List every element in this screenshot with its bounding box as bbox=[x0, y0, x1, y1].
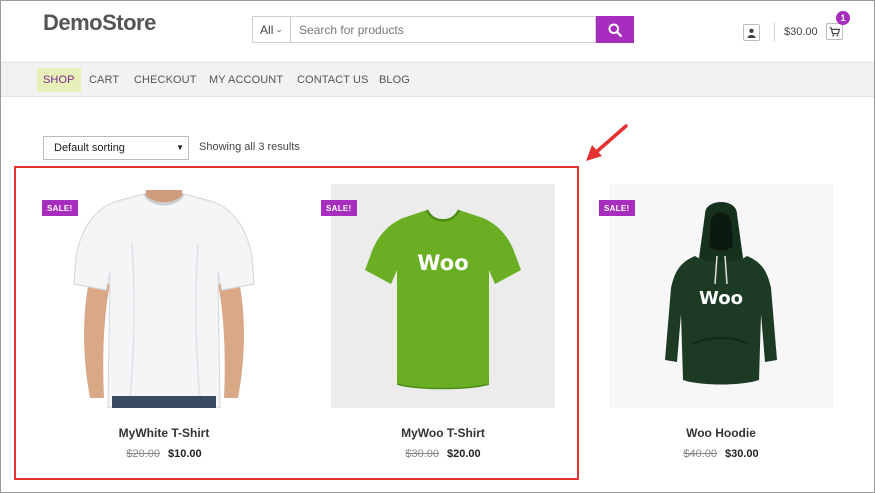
hoodie-photo: Woo bbox=[609, 184, 833, 408]
search-input[interactable]: Search for products bbox=[290, 16, 596, 43]
cart-icon bbox=[829, 26, 840, 36]
result-count: Showing all 3 results bbox=[199, 141, 300, 153]
search-icon bbox=[608, 23, 622, 37]
nav-item-shop[interactable]: SHOP bbox=[37, 68, 81, 92]
product-name-woo-hoodie[interactable]: Woo Hoodie bbox=[609, 426, 833, 440]
account-button[interactable] bbox=[743, 24, 760, 41]
header-divider bbox=[774, 22, 775, 42]
main-nav: SHOP CART CHECKOUT MY ACCOUNT CONTACT US… bbox=[1, 62, 874, 97]
nav-item-blog[interactable]: BLOG bbox=[373, 68, 416, 92]
user-icon bbox=[747, 28, 756, 38]
search-category-select[interactable]: All ⌄ bbox=[252, 16, 290, 43]
cart-count-badge: 1 bbox=[836, 11, 850, 25]
dropdown-arrow-icon: ▼ bbox=[176, 143, 184, 152]
search-button[interactable] bbox=[596, 16, 634, 43]
highlight-box bbox=[14, 166, 579, 480]
sale-price: $30.00 bbox=[725, 448, 759, 460]
cart-button[interactable] bbox=[826, 23, 843, 40]
annotation-arrow-icon bbox=[586, 124, 628, 161]
regular-price: $40.00 bbox=[683, 448, 717, 460]
sale-badge: SALE! bbox=[599, 200, 635, 216]
cart-total[interactable]: $30.00 bbox=[784, 26, 818, 38]
nav-item-checkout[interactable]: CHECKOUT bbox=[128, 68, 203, 92]
product-image-woo-hoodie[interactable]: Woo bbox=[609, 184, 833, 408]
search-bar: All ⌄ Search for products bbox=[252, 16, 634, 43]
nav-item-cart[interactable]: CART bbox=[83, 68, 125, 92]
nav-item-my-account[interactable]: MY ACCOUNT bbox=[203, 68, 289, 92]
search-category-label: All bbox=[260, 22, 274, 37]
sorting-label: Default sorting bbox=[54, 142, 125, 154]
chevron-down-icon: ⌄ bbox=[275, 24, 283, 34]
site-logo[interactable]: DemoStore bbox=[43, 10, 156, 36]
sorting-select[interactable]: Default sorting ▼ bbox=[43, 136, 189, 160]
nav-item-contact-us[interactable]: CONTACT US bbox=[291, 68, 375, 92]
woo-print: Woo bbox=[699, 288, 743, 309]
product-price: $40.00 $30.00 bbox=[609, 448, 833, 460]
